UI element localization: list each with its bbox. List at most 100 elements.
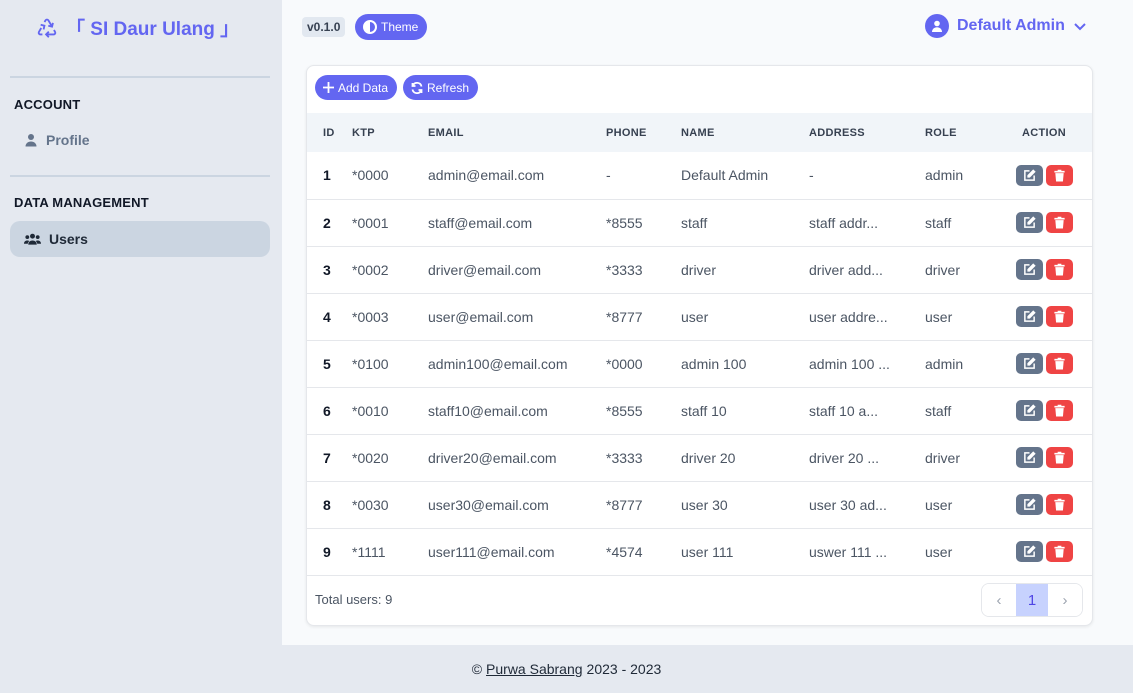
- edit-button[interactable]: [1015, 400, 1043, 421]
- edit-icon: [1023, 357, 1036, 369]
- cell-email: user@email.com: [428, 308, 534, 325]
- delete-button[interactable]: [1045, 212, 1073, 233]
- cell-name: Default Admin: [681, 167, 769, 184]
- copyright-years: 2023 - 2023: [586, 661, 662, 677]
- sidebar-divider: [10, 175, 270, 177]
- cell-name: user 111: [681, 543, 734, 560]
- delete-button[interactable]: [1045, 353, 1073, 374]
- cell-role: user: [925, 496, 953, 513]
- sidebar-item-label: Profile: [46, 132, 90, 148]
- column-header-email[interactable]: EMAIL: [428, 113, 606, 152]
- cell-id: 3: [323, 261, 331, 278]
- cell-id: 1: [323, 167, 331, 184]
- edit-button[interactable]: [1015, 447, 1043, 468]
- cell-address: staff addr...: [809, 214, 879, 231]
- sidebar-item-profile[interactable]: Profile: [10, 122, 270, 158]
- version-badge: v0.1.0: [302, 17, 346, 37]
- refresh-label: Refresh: [427, 80, 470, 95]
- section-title-account: ACCOUNT: [14, 97, 81, 112]
- cell-address: -: [809, 167, 814, 184]
- edit-button[interactable]: [1015, 306, 1043, 327]
- cell-email: staff10@email.com: [428, 402, 548, 419]
- row-actions: [995, 164, 1092, 186]
- user-icon: [25, 134, 37, 147]
- user-menu[interactable]: Default Admin: [925, 14, 1087, 38]
- delete-button[interactable]: [1045, 164, 1073, 186]
- brand[interactable]: 「 SI Daur Ulang 」: [36, 14, 239, 41]
- user-circle-icon: [925, 14, 949, 38]
- sidebar-item-label: Users: [49, 231, 88, 247]
- cell-ktp: *0030: [352, 496, 389, 513]
- trash-icon: [1053, 263, 1065, 276]
- row-actions: [995, 259, 1092, 280]
- edit-button[interactable]: [1015, 259, 1043, 280]
- chevron-down-icon: [1074, 23, 1086, 31]
- cell-address: user 30 ad...: [809, 496, 887, 513]
- cell-action: [995, 293, 1092, 340]
- theme-toggle-button[interactable]: Theme: [355, 14, 428, 40]
- table-row: 6 *0010 staff10@email.com *8555 staff 10 staf…: [307, 387, 1092, 434]
- cell-ktp: *0003: [352, 308, 389, 325]
- cell-email: user111@email.com: [428, 543, 555, 560]
- cell-phone: *8555: [606, 214, 643, 231]
- trash-icon: [1053, 404, 1065, 417]
- cell-name: driver 20: [681, 449, 736, 466]
- cell-id: 8: [323, 496, 331, 513]
- edit-icon: [1023, 263, 1036, 275]
- cell-address: uswer 111 ...: [809, 543, 888, 560]
- cell-role: driver: [925, 449, 961, 466]
- total-users: Total users: 9: [315, 592, 393, 607]
- cell-phone: *8777: [606, 308, 643, 325]
- delete-button[interactable]: [1045, 400, 1073, 421]
- cell-phone: *3333: [606, 261, 643, 278]
- cell-id: 7: [323, 449, 331, 466]
- add-data-button[interactable]: Add Data: [315, 75, 398, 100]
- table-row: 1 *0000 admin@email.com - Default Admin - admi…: [307, 152, 1092, 199]
- edit-button[interactable]: [1015, 494, 1043, 515]
- chevron-left-icon[interactable]: ‹: [982, 584, 1016, 616]
- column-header-role[interactable]: ROLE: [925, 113, 995, 152]
- page-button-current[interactable]: 1: [1016, 584, 1048, 616]
- column-header-name[interactable]: NAME: [681, 113, 809, 152]
- edit-button[interactable]: [1015, 164, 1043, 186]
- delete-button[interactable]: [1045, 306, 1073, 327]
- column-header-phone[interactable]: PHONE: [606, 113, 681, 152]
- cell-name: staff: [681, 214, 708, 231]
- table-row: 3 *0002 driver@email.com *3333 driver driver …: [307, 246, 1092, 293]
- cell-action: [995, 387, 1092, 434]
- cell-role: user: [925, 308, 953, 325]
- table-row: 4 *0003 user@email.com *8777 user user addre.…: [307, 293, 1092, 340]
- cell-phone: *8555: [606, 402, 643, 419]
- edit-button[interactable]: [1015, 353, 1043, 374]
- column-header-address[interactable]: ADDRESS: [809, 113, 925, 152]
- delete-button[interactable]: [1045, 494, 1073, 515]
- edit-button[interactable]: [1015, 212, 1043, 233]
- cell-email: user30@email.com: [428, 496, 549, 513]
- users-icon: [24, 233, 41, 245]
- cell-action: [995, 246, 1092, 293]
- recycle-icon: [37, 18, 57, 38]
- row-actions: [995, 400, 1092, 421]
- sidebar-item-users[interactable]: Users: [10, 221, 270, 257]
- delete-button[interactable]: [1045, 259, 1073, 280]
- cell-ktp: *0010: [352, 402, 389, 419]
- trash-icon: [1053, 545, 1065, 558]
- theme-label: Theme: [381, 20, 419, 34]
- cell-role: admin: [925, 355, 964, 372]
- cell-action: [995, 528, 1092, 575]
- edit-button[interactable]: [1015, 541, 1043, 562]
- delete-button[interactable]: [1045, 541, 1073, 562]
- edit-icon: [1023, 498, 1036, 510]
- cell-id: 5: [323, 355, 331, 372]
- main-content: v0.1.0 Theme Default Admin Add Data Refr…: [282, 0, 1133, 645]
- column-header-id[interactable]: ID: [307, 113, 352, 152]
- plus-icon: [323, 82, 334, 93]
- cell-role: staff: [925, 402, 952, 419]
- delete-button[interactable]: [1045, 447, 1073, 468]
- refresh-button[interactable]: Refresh: [403, 75, 479, 100]
- author-link[interactable]: Purwa Sabrang: [486, 661, 583, 677]
- cell-id: 2: [323, 214, 331, 231]
- chevron-right-icon[interactable]: ›: [1048, 584, 1082, 616]
- column-header-ktp[interactable]: KTP: [352, 113, 428, 152]
- cell-email: staff@email.com: [428, 214, 533, 231]
